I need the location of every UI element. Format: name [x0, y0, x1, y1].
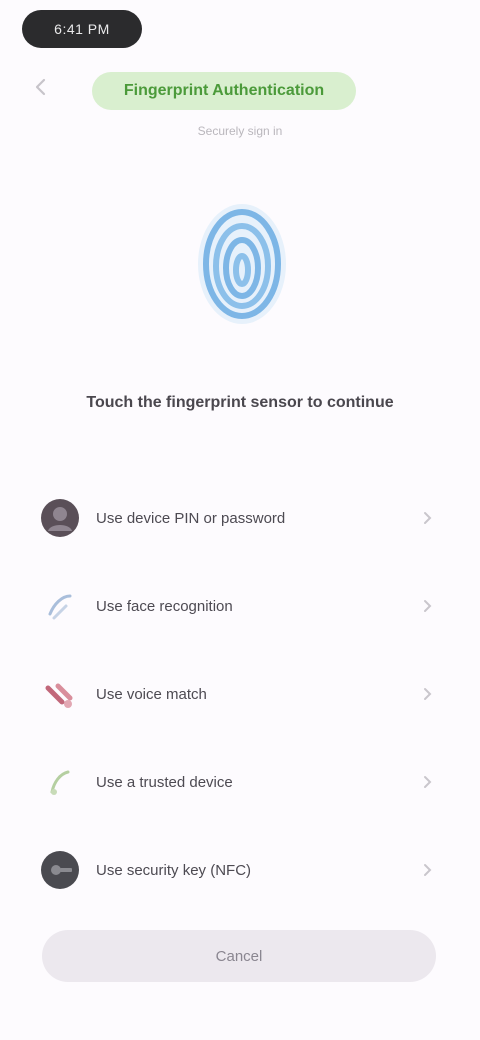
list-item[interactable]: Use voice match: [30, 650, 450, 738]
arrow-left-icon: [31, 77, 51, 102]
screen: 6:41 PM Fingerprint Authentication Secur…: [0, 0, 480, 1040]
page-title-container: Fingerprint Authentication: [92, 72, 356, 110]
back-button[interactable]: [26, 74, 56, 104]
list-item-label: Use face recognition: [96, 597, 233, 615]
device-icon: [38, 760, 82, 804]
list-item-label: Use security key (NFC): [96, 861, 252, 879]
page-subtitle: Securely sign in: [197, 124, 283, 138]
cancel-button[interactable]: Cancel: [42, 930, 436, 982]
list-item[interactable]: Use a trusted device: [30, 738, 450, 826]
list-item-label: Use voice match: [96, 685, 207, 703]
list-item[interactable]: Use security key (NFC): [30, 826, 450, 914]
voice-icon: [38, 672, 82, 716]
list-item-label: Use a trusted device: [96, 773, 233, 791]
person-icon: [38, 496, 82, 540]
page-title: Fingerprint Authentication: [123, 82, 325, 99]
key-icon: [38, 848, 82, 892]
list-item[interactable]: Use device PIN or password: [30, 474, 450, 562]
list-item-label: Use device PIN or password: [96, 509, 286, 527]
fingerprint-icon[interactable]: [190, 196, 294, 332]
chevron-right-icon: [412, 855, 442, 885]
auth-options-list: Use device PIN or password Use face reco…: [30, 474, 450, 914]
instruction-text: Touch the fingerprint sensor to continue: [86, 394, 394, 411]
face-icon: [38, 584, 82, 628]
chevron-right-icon: [412, 591, 442, 621]
status-time: 6:41 PM: [22, 10, 142, 48]
chevron-right-icon: [412, 767, 442, 797]
chevron-right-icon: [412, 503, 442, 533]
chevron-right-icon: [412, 679, 442, 709]
list-item[interactable]: Use face recognition: [30, 562, 450, 650]
